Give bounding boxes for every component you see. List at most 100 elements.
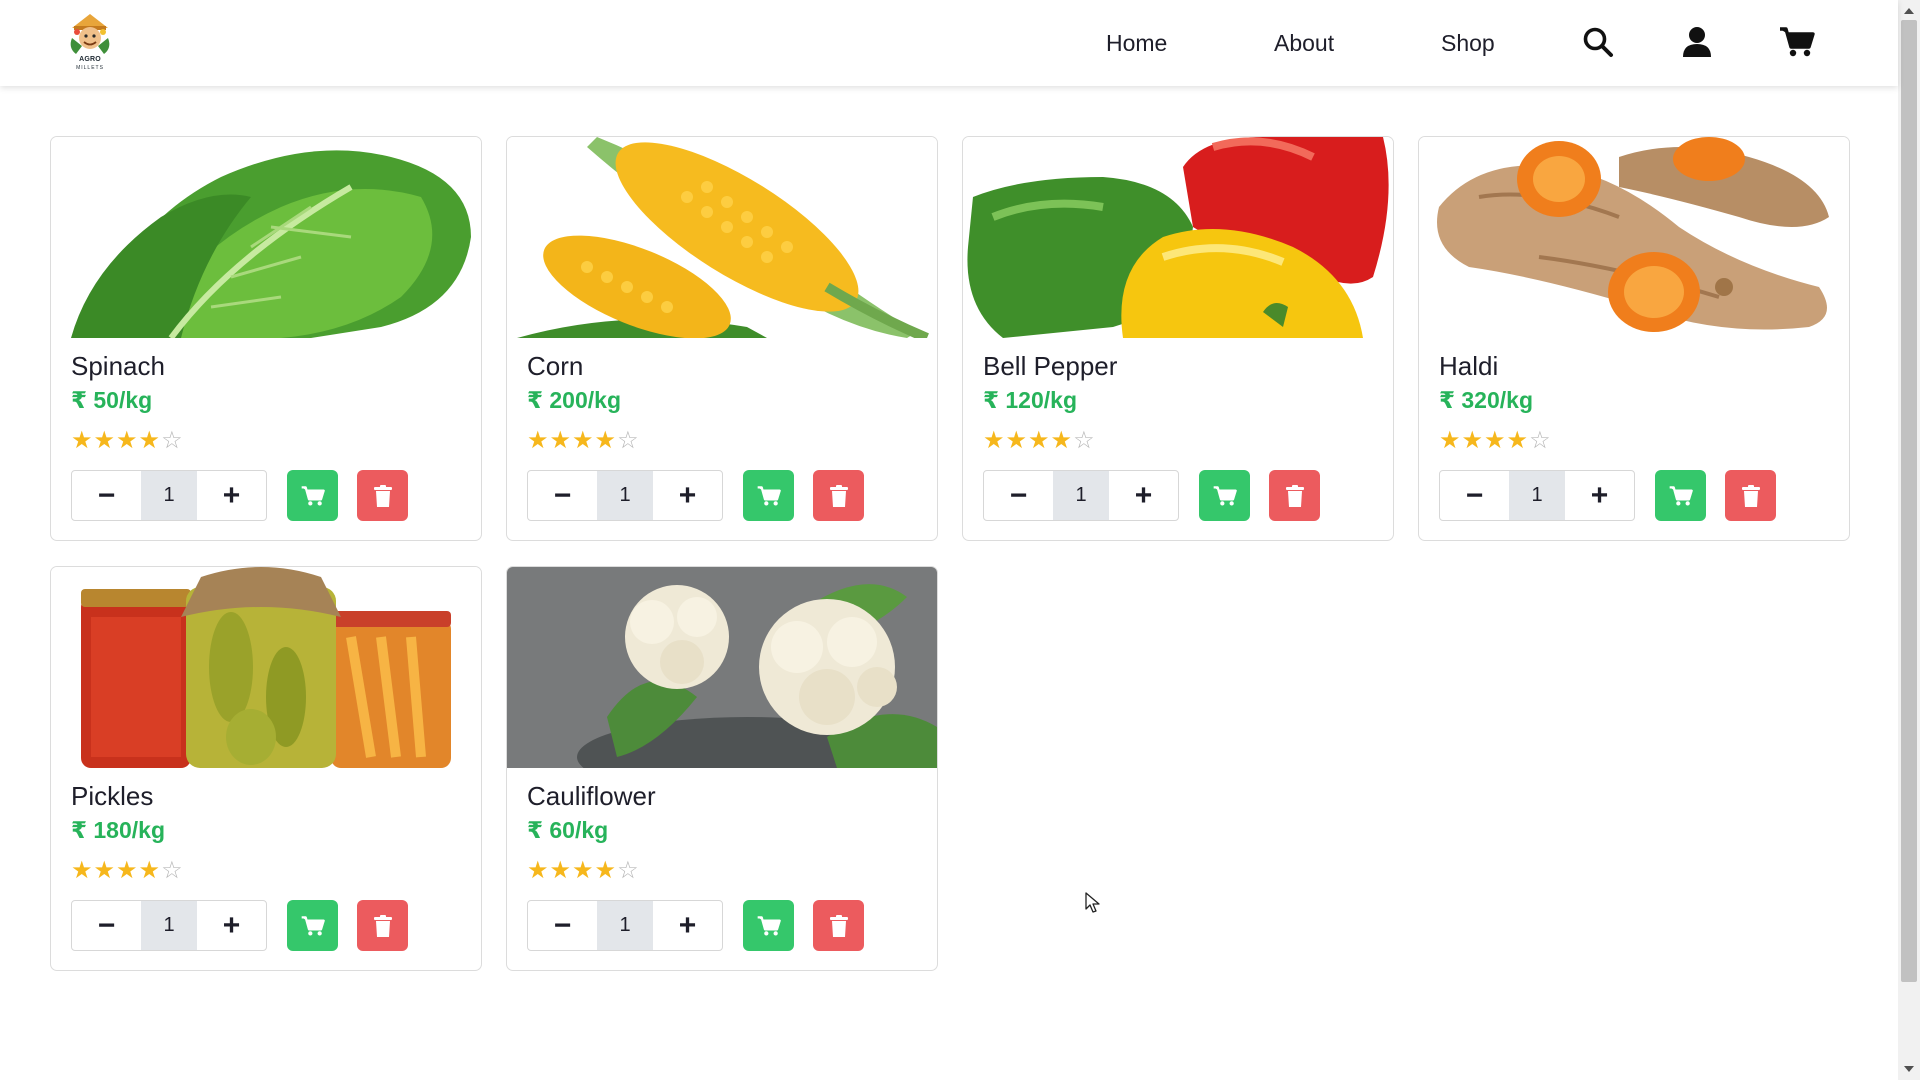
star-filled-icon: ★ bbox=[1005, 427, 1028, 454]
delete-button[interactable] bbox=[1725, 470, 1776, 521]
add-to-cart-button[interactable] bbox=[287, 900, 338, 951]
delete-button[interactable] bbox=[1269, 470, 1320, 521]
decrement-button[interactable]: − bbox=[72, 471, 141, 520]
star-filled-icon: ★ bbox=[594, 857, 617, 884]
quantity-stepper: − 1 + bbox=[71, 900, 267, 951]
star-filled-icon: ★ bbox=[71, 427, 93, 454]
star-empty-icon: ☆ bbox=[161, 427, 183, 454]
decrement-button[interactable]: − bbox=[528, 901, 597, 950]
scrollbar-thumb[interactable] bbox=[1901, 20, 1917, 982]
increment-button[interactable]: + bbox=[653, 471, 722, 520]
trash-icon bbox=[373, 484, 392, 507]
decrement-button[interactable]: − bbox=[528, 471, 597, 520]
delete-button[interactable] bbox=[813, 900, 864, 951]
star-filled-icon: ★ bbox=[572, 857, 594, 884]
product-price: ₹ 200/kg bbox=[527, 387, 621, 413]
nav-shop-link[interactable]: Shop bbox=[1441, 28, 1495, 58]
star-filled-icon: ★ bbox=[93, 857, 116, 884]
search-icon[interactable] bbox=[1580, 24, 1616, 60]
trash-icon bbox=[1741, 484, 1760, 507]
logo-text: AGRO bbox=[79, 56, 101, 63]
star-empty-icon: ☆ bbox=[161, 857, 183, 884]
cart-icon[interactable] bbox=[1779, 24, 1815, 60]
star-filled-icon: ★ bbox=[93, 427, 116, 454]
product-name: Spinach bbox=[71, 351, 165, 381]
add-to-cart-button[interactable] bbox=[1199, 470, 1250, 521]
increment-button[interactable]: + bbox=[197, 471, 266, 520]
cart-icon bbox=[1669, 485, 1693, 505]
product-image bbox=[507, 567, 937, 768]
product-name: Bell Pepper bbox=[983, 351, 1118, 381]
add-to-cart-button[interactable] bbox=[287, 470, 338, 521]
add-to-cart-button[interactable] bbox=[743, 900, 794, 951]
logo-subtext: MILLETS bbox=[76, 65, 104, 71]
scroll-up-arrow-icon[interactable] bbox=[1898, 2, 1920, 20]
star-filled-icon: ★ bbox=[1506, 427, 1529, 454]
decrement-button[interactable]: − bbox=[984, 471, 1053, 520]
increment-button[interactable]: + bbox=[1109, 471, 1178, 520]
mouse-pointer-icon bbox=[1085, 892, 1101, 919]
increment-button[interactable]: + bbox=[1565, 471, 1634, 520]
star-filled-icon: ★ bbox=[116, 427, 138, 454]
navbar: AGRO MILLETS Home About Shop bbox=[0, 0, 1898, 86]
cart-icon bbox=[757, 485, 781, 505]
product-price: ₹ 180/kg bbox=[71, 817, 165, 843]
product-name: Haldi bbox=[1439, 351, 1499, 381]
add-to-cart-button[interactable] bbox=[743, 470, 794, 521]
cart-icon bbox=[1213, 485, 1237, 505]
product-name: Corn bbox=[527, 351, 584, 381]
trash-icon bbox=[829, 484, 848, 507]
delete-button[interactable] bbox=[357, 470, 408, 521]
delete-button[interactable] bbox=[357, 900, 408, 951]
product-price: ₹ 60/kg bbox=[527, 817, 609, 843]
star-filled-icon: ★ bbox=[1439, 427, 1461, 454]
decrement-button[interactable]: − bbox=[1440, 471, 1509, 520]
star-rating: ★ ★ ★ ★ ☆ bbox=[527, 859, 639, 883]
quantity-value[interactable]: 1 bbox=[141, 901, 197, 950]
vertical-scrollbar[interactable] bbox=[1898, 0, 1920, 1080]
quantity-value[interactable]: 1 bbox=[1053, 471, 1109, 520]
star-filled-icon: ★ bbox=[594, 427, 617, 454]
star-filled-icon: ★ bbox=[71, 857, 93, 884]
product-image bbox=[963, 137, 1393, 338]
star-filled-icon: ★ bbox=[116, 857, 138, 884]
delete-button[interactable] bbox=[813, 470, 864, 521]
product-card: Cauliflower ₹ 60/kg ★ ★ ★ ★ ☆ − 1 + bbox=[506, 566, 938, 971]
decrement-button[interactable]: − bbox=[72, 901, 141, 950]
quantity-value[interactable]: 1 bbox=[597, 471, 653, 520]
farmer-logo-icon bbox=[70, 14, 110, 54]
star-filled-icon: ★ bbox=[1028, 427, 1050, 454]
quantity-value[interactable]: 1 bbox=[141, 471, 197, 520]
scroll-down-arrow-icon[interactable] bbox=[1898, 1060, 1920, 1078]
product-card: Pickles ₹ 180/kg ★ ★ ★ ★ ☆ − 1 + bbox=[50, 566, 482, 971]
star-filled-icon: ★ bbox=[138, 427, 161, 454]
star-rating: ★ ★ ★ ★ ☆ bbox=[71, 429, 183, 453]
quantity-stepper: − 1 + bbox=[527, 470, 723, 521]
quantity-stepper: − 1 + bbox=[71, 470, 267, 521]
star-filled-icon: ★ bbox=[1050, 427, 1073, 454]
product-card: Spinach ₹ 50/kg ★ ★ ★ ★ ☆ − 1 + bbox=[50, 136, 482, 541]
star-filled-icon: ★ bbox=[527, 857, 549, 884]
brand-logo[interactable]: AGRO MILLETS bbox=[66, 12, 114, 74]
nav-about-link[interactable]: About bbox=[1274, 28, 1334, 58]
product-image bbox=[51, 567, 481, 768]
product-card: Haldi ₹ 320/kg ★ ★ ★ ★ ☆ − 1 + bbox=[1418, 136, 1850, 541]
quantity-stepper: − 1 + bbox=[983, 470, 1179, 521]
star-rating: ★ ★ ★ ★ ☆ bbox=[983, 429, 1095, 453]
product-card: Corn ₹ 200/kg ★ ★ ★ ★ ☆ − 1 + bbox=[506, 136, 938, 541]
quantity-value[interactable]: 1 bbox=[1509, 471, 1565, 520]
add-to-cart-button[interactable] bbox=[1655, 470, 1706, 521]
increment-button[interactable]: + bbox=[653, 901, 722, 950]
product-price: ₹ 50/kg bbox=[71, 387, 153, 413]
increment-button[interactable]: + bbox=[197, 901, 266, 950]
trash-icon bbox=[373, 914, 392, 937]
nav-home-link[interactable]: Home bbox=[1106, 28, 1167, 58]
quantity-stepper: − 1 + bbox=[527, 900, 723, 951]
quantity-value[interactable]: 1 bbox=[597, 901, 653, 950]
user-icon[interactable] bbox=[1679, 24, 1715, 60]
star-filled-icon: ★ bbox=[138, 857, 161, 884]
star-filled-icon: ★ bbox=[527, 427, 549, 454]
star-rating: ★ ★ ★ ★ ☆ bbox=[527, 429, 639, 453]
star-filled-icon: ★ bbox=[549, 427, 572, 454]
product-name: Cauliflower bbox=[527, 781, 656, 811]
